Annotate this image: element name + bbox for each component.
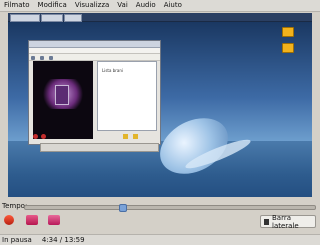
- video-app-window: Lista brani: [28, 40, 161, 145]
- sidebar-toggle-button[interactable]: Barra laterale: [260, 213, 316, 230]
- toolbar-dot-icon: [31, 56, 35, 60]
- seek-thumb[interactable]: [119, 204, 127, 212]
- sidebar-button-label: Barra laterale: [272, 213, 299, 230]
- menu-modifica[interactable]: Modifica: [34, 0, 71, 11]
- menu-vai[interactable]: Vai: [113, 0, 131, 11]
- video-app-list: Lista brani: [97, 61, 157, 131]
- video-app-statusbar: [40, 143, 159, 152]
- toolbar-dot-icon: [49, 56, 54, 60]
- folder-icon: [282, 27, 294, 37]
- status-bar: In pausa 4:34 / 13:59: [0, 234, 320, 245]
- video-app-titlebar: [29, 41, 160, 48]
- record-icon: [33, 134, 38, 139]
- video-app-toolbar: [29, 54, 160, 61]
- toolbar-dot-icon: [40, 56, 45, 60]
- record-icon: [41, 134, 46, 139]
- sidebar-icon: [264, 218, 269, 225]
- video-app-list-item: Lista brani: [102, 68, 123, 73]
- control-icon: [133, 134, 138, 139]
- previous-icon[interactable]: [26, 215, 38, 225]
- folder-icon: [282, 43, 294, 53]
- playback-time: 4:34 / 13:59: [41, 236, 85, 244]
- video-desktop-panel: [8, 13, 312, 22]
- video-display[interactable]: Lista brani: [8, 13, 312, 197]
- video-taskbar-item: [64, 14, 82, 22]
- video-app-preview: [33, 61, 93, 139]
- menu-aiuto[interactable]: Aiuto: [160, 0, 186, 11]
- playback-state: In pausa: [2, 236, 32, 244]
- preview-box: [55, 85, 69, 105]
- menu-bar: Filmato Modifica Visualizza Vai Audio Ai…: [0, 0, 320, 12]
- volume-icon[interactable]: [4, 215, 14, 225]
- menu-filmato[interactable]: Filmato: [0, 0, 34, 11]
- menu-visualizza[interactable]: Visualizza: [71, 0, 113, 11]
- video-taskbar-item: [10, 14, 40, 22]
- control-icon: [123, 134, 128, 139]
- menu-audio[interactable]: Audio: [132, 0, 160, 11]
- seek-slider[interactable]: [24, 204, 316, 212]
- video-taskbar-item: [41, 14, 63, 22]
- next-icon[interactable]: [48, 215, 60, 225]
